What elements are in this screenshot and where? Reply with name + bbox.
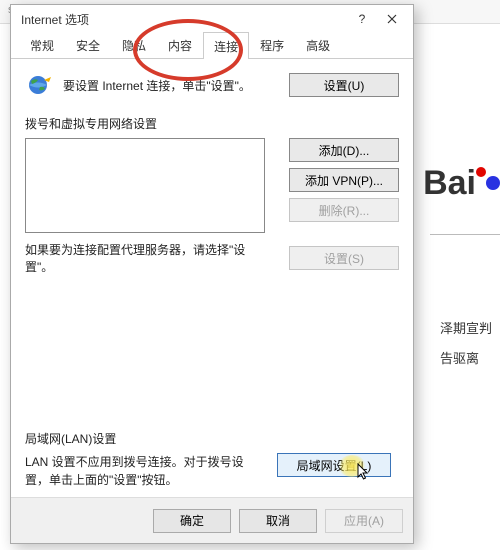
close-button[interactable] [377,9,407,29]
lan-section-label: 局域网(LAN)设置 [25,430,399,447]
dialup-settings-button: 设置(S) [289,246,399,270]
tab-row: 常规 安全 隐私 内容 连接 程序 高级 [11,33,413,59]
lan-description: LAN 设置不应用到拨号连接。对于拨号设置，单击上面的"设置"按钮。 [25,453,263,489]
dialup-hint: 如果要为连接配置代理服务器，请选择"设置"。 [25,241,273,275]
lan-section: 局域网(LAN)设置 LAN 设置不应用到拨号连接。对于拨号设置，单击上面的"设… [25,426,399,489]
tab-advanced[interactable]: 高级 [295,31,341,58]
add-vpn-button[interactable]: 添加 VPN(P)... [289,168,399,192]
tab-general[interactable]: 常规 [19,31,65,58]
close-icon [387,14,397,24]
setup-row: 要设置 Internet 连接，单击"设置"。 设置(U) [25,71,399,99]
news-snippets: 泽期宣判 告驱离 [440,314,500,374]
search-underline [430,234,500,235]
dialog-title: Internet 选项 [21,11,347,28]
news-line-1[interactable]: 泽期宣判 [440,314,500,344]
lan-settings-button[interactable]: 局域网设置(L) [277,453,391,477]
dialup-section-label: 拨号和虚拟专用网络设置 [25,115,399,132]
remove-button: 删除(R)... [289,198,399,222]
dialup-listbox[interactable] [25,138,265,233]
tab-programs[interactable]: 程序 [249,31,295,58]
dialog-footer: 确定 取消 应用(A) [11,497,413,543]
dialog-titlebar: Internet 选项 ? [11,5,413,33]
baidu-logo: Bai [423,164,500,203]
ok-button[interactable]: 确定 [153,509,231,533]
tab-connections[interactable]: 连接 [203,32,249,59]
tab-security[interactable]: 安全 [65,31,111,58]
tab-privacy[interactable]: 隐私 [111,31,157,58]
apply-button: 应用(A) [325,509,403,533]
tab-content-area: 要设置 Internet 连接，单击"设置"。 设置(U) 拨号和虚拟专用网络设… [11,59,413,497]
logo-blue-dot [486,176,500,190]
cancel-button[interactable]: 取消 [239,509,317,533]
news-line-2[interactable]: 告驱离 [440,344,500,374]
add-button[interactable]: 添加(D)... [289,138,399,162]
internet-options-dialog: Internet 选项 ? 常规 安全 隐私 内容 连接 程序 高级 [10,4,414,544]
globe-icon [25,71,53,99]
setup-instruction: 要设置 Internet 连接，单击"设置"。 [63,77,279,94]
tab-content[interactable]: 内容 [157,31,203,58]
help-button[interactable]: ? [347,9,377,29]
setup-button[interactable]: 设置(U) [289,73,399,97]
logo-red-dot [476,167,486,177]
